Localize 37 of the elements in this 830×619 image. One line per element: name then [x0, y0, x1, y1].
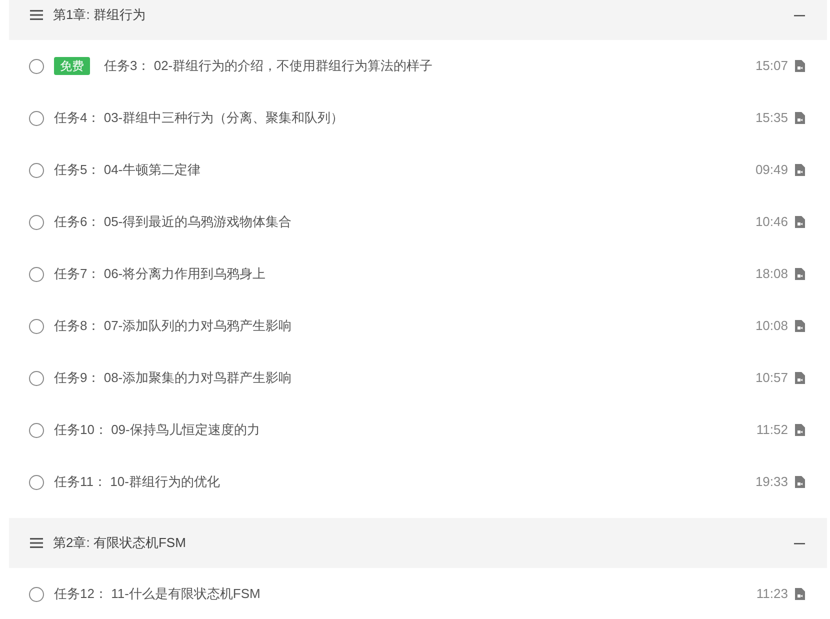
- menu-icon: [30, 538, 43, 548]
- lesson-link[interactable]: 任务6： 05-得到最近的乌鸦游戏物体集合: [54, 212, 756, 232]
- lesson-duration: 18:08: [755, 265, 788, 284]
- lesson-link[interactable]: 任务11： 10-群组行为的优化: [54, 472, 756, 492]
- video-file-icon: [795, 372, 805, 384]
- chapter-title: 第2章: 有限状态机FSM: [53, 534, 187, 552]
- lesson-link[interactable]: 任务7： 06-将分离力作用到乌鸦身上: [54, 264, 756, 284]
- lesson-link[interactable]: 任务12： 11-什么是有限状态机FSM: [54, 584, 756, 604]
- chapter-header[interactable]: 第1章: 群组行为: [9, 0, 827, 40]
- video-file-icon: [795, 164, 805, 176]
- lesson-duration: 09:49: [755, 161, 788, 180]
- lesson-link[interactable]: 任务9： 08-添加聚集的力对鸟群产生影响: [54, 368, 756, 388]
- lesson-link[interactable]: 任务4： 03-群组中三种行为（分离、聚集和队列）: [54, 108, 756, 128]
- lesson-duration: 10:46: [755, 213, 788, 232]
- chapter-header[interactable]: 第2章: 有限状态机FSM: [9, 518, 827, 568]
- lesson-link[interactable]: 任务3： 02-群组行为的介绍，不使用群组行为算法的样子: [104, 56, 756, 76]
- lesson-link[interactable]: 任务8： 07-添加队列的力对乌鸦产生影响: [54, 316, 756, 336]
- lesson-link[interactable]: 任务5： 04-牛顿第二定律: [54, 160, 756, 180]
- lesson-duration: 19:33: [755, 473, 788, 492]
- lesson-duration: 10:08: [755, 317, 788, 336]
- video-file-icon: [795, 268, 805, 280]
- chapter-title: 第1章: 群组行为: [53, 6, 146, 24]
- video-file-icon: [795, 60, 805, 72]
- video-file-icon: [795, 424, 805, 436]
- lesson-duration: 15:35: [755, 109, 788, 128]
- lesson-duration: 10:57: [755, 369, 788, 388]
- video-file-icon: [795, 588, 805, 600]
- video-file-icon: [795, 216, 805, 228]
- lesson-duration: 11:52: [756, 421, 788, 440]
- lesson-duration: 11:23: [756, 585, 788, 604]
- lesson-duration: 15:07: [755, 57, 788, 76]
- lesson-link[interactable]: 任务10： 09-保持鸟儿恒定速度的力: [54, 420, 756, 440]
- video-file-icon: [795, 320, 805, 332]
- video-file-icon: [795, 112, 805, 124]
- menu-icon: [30, 10, 43, 20]
- free-badge: 免费: [54, 57, 90, 75]
- video-file-icon: [795, 476, 805, 488]
